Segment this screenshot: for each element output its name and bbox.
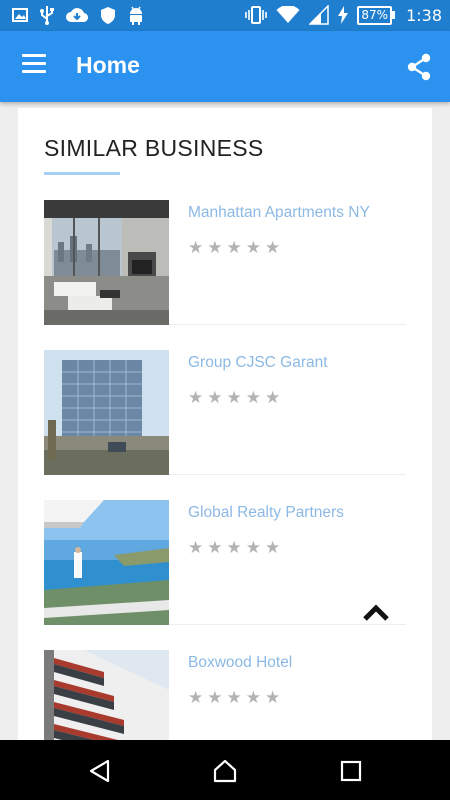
similar-business-card: SIMILAR BUSINESS Manhattan Apartments NY… [18, 108, 432, 748]
star-icon: ★ [188, 538, 204, 558]
clock: 1:38 [406, 5, 442, 25]
share-button[interactable] [406, 53, 432, 81]
recents-icon [340, 760, 362, 782]
charging-icon [338, 6, 349, 24]
business-thumbnail [44, 500, 169, 625]
business-name[interactable]: Manhattan Apartments NY [188, 204, 370, 222]
star-icon: ★ [207, 238, 223, 258]
usb-icon [40, 6, 54, 25]
star-icon: ★ [265, 388, 281, 408]
business-name[interactable]: Boxwood Hotel [188, 654, 292, 672]
star-icon: ★ [265, 238, 281, 258]
star-icon: ★ [265, 688, 281, 708]
vibrate-icon [245, 6, 268, 24]
star-rating: ★ ★ ★ ★ ★ [188, 690, 280, 707]
star-icon: ★ [226, 688, 242, 708]
star-icon: ★ [265, 538, 281, 558]
star-icon: ★ [226, 388, 242, 408]
star-icon: ★ [207, 688, 223, 708]
status-bar: 87% 1:38 [0, 0, 450, 31]
star-rating: ★ ★ ★ ★ ★ [188, 240, 280, 257]
home-icon [213, 759, 237, 783]
section-title: SIMILAR BUSINESS [44, 135, 264, 161]
home-button[interactable] [212, 758, 238, 784]
share-icon [407, 53, 431, 81]
battery-icon: 87% [357, 5, 396, 25]
business-thumbnail [44, 350, 169, 475]
list-item[interactable]: Group CJSC Garant ★ ★ ★ ★ ★ [44, 350, 406, 500]
business-name[interactable]: Global Realty Partners [188, 504, 344, 522]
wifi-icon [276, 6, 300, 23]
star-icon: ★ [188, 388, 204, 408]
app-bar: Home [0, 31, 450, 102]
star-icon: ★ [207, 388, 223, 408]
star-icon: ★ [207, 538, 223, 558]
star-icon: ★ [245, 238, 261, 258]
scroll-to-top-button[interactable] [362, 600, 390, 626]
star-rating: ★ ★ ★ ★ ★ [188, 540, 280, 557]
business-name[interactable]: Group CJSC Garant [188, 354, 328, 372]
star-icon: ★ [188, 688, 204, 708]
business-thumbnail [44, 200, 169, 325]
star-icon: ★ [245, 538, 261, 558]
title-underline [44, 172, 120, 175]
chevron-up-icon [363, 604, 389, 621]
back-icon [89, 759, 110, 783]
list-item[interactable]: Global Realty Partners ★ ★ ★ ★ ★ [44, 500, 406, 650]
business-thumbnail [44, 650, 169, 748]
star-icon: ★ [226, 538, 242, 558]
back-button[interactable] [87, 758, 113, 784]
divider [169, 324, 406, 325]
shield-icon [101, 6, 115, 24]
star-icon: ★ [226, 238, 242, 258]
list-item[interactable]: Boxwood Hotel ★ ★ ★ ★ ★ [44, 650, 406, 748]
cloud-download-icon [66, 8, 88, 23]
star-rating: ★ ★ ★ ★ ★ [188, 390, 280, 407]
star-icon: ★ [245, 388, 261, 408]
menu-icon [22, 54, 48, 73]
image-icon [12, 8, 28, 22]
recents-button[interactable] [338, 758, 364, 784]
navigation-bar [0, 740, 450, 800]
star-icon: ★ [245, 688, 261, 708]
signal-icon [309, 5, 330, 25]
battery-level: 87% [357, 5, 393, 25]
divider [169, 474, 406, 475]
star-icon: ★ [188, 238, 204, 258]
android-icon [130, 6, 142, 25]
page-title: Home [76, 52, 140, 78]
list-item[interactable]: Manhattan Apartments NY ★ ★ ★ ★ ★ [44, 200, 406, 350]
menu-button[interactable] [22, 54, 48, 78]
